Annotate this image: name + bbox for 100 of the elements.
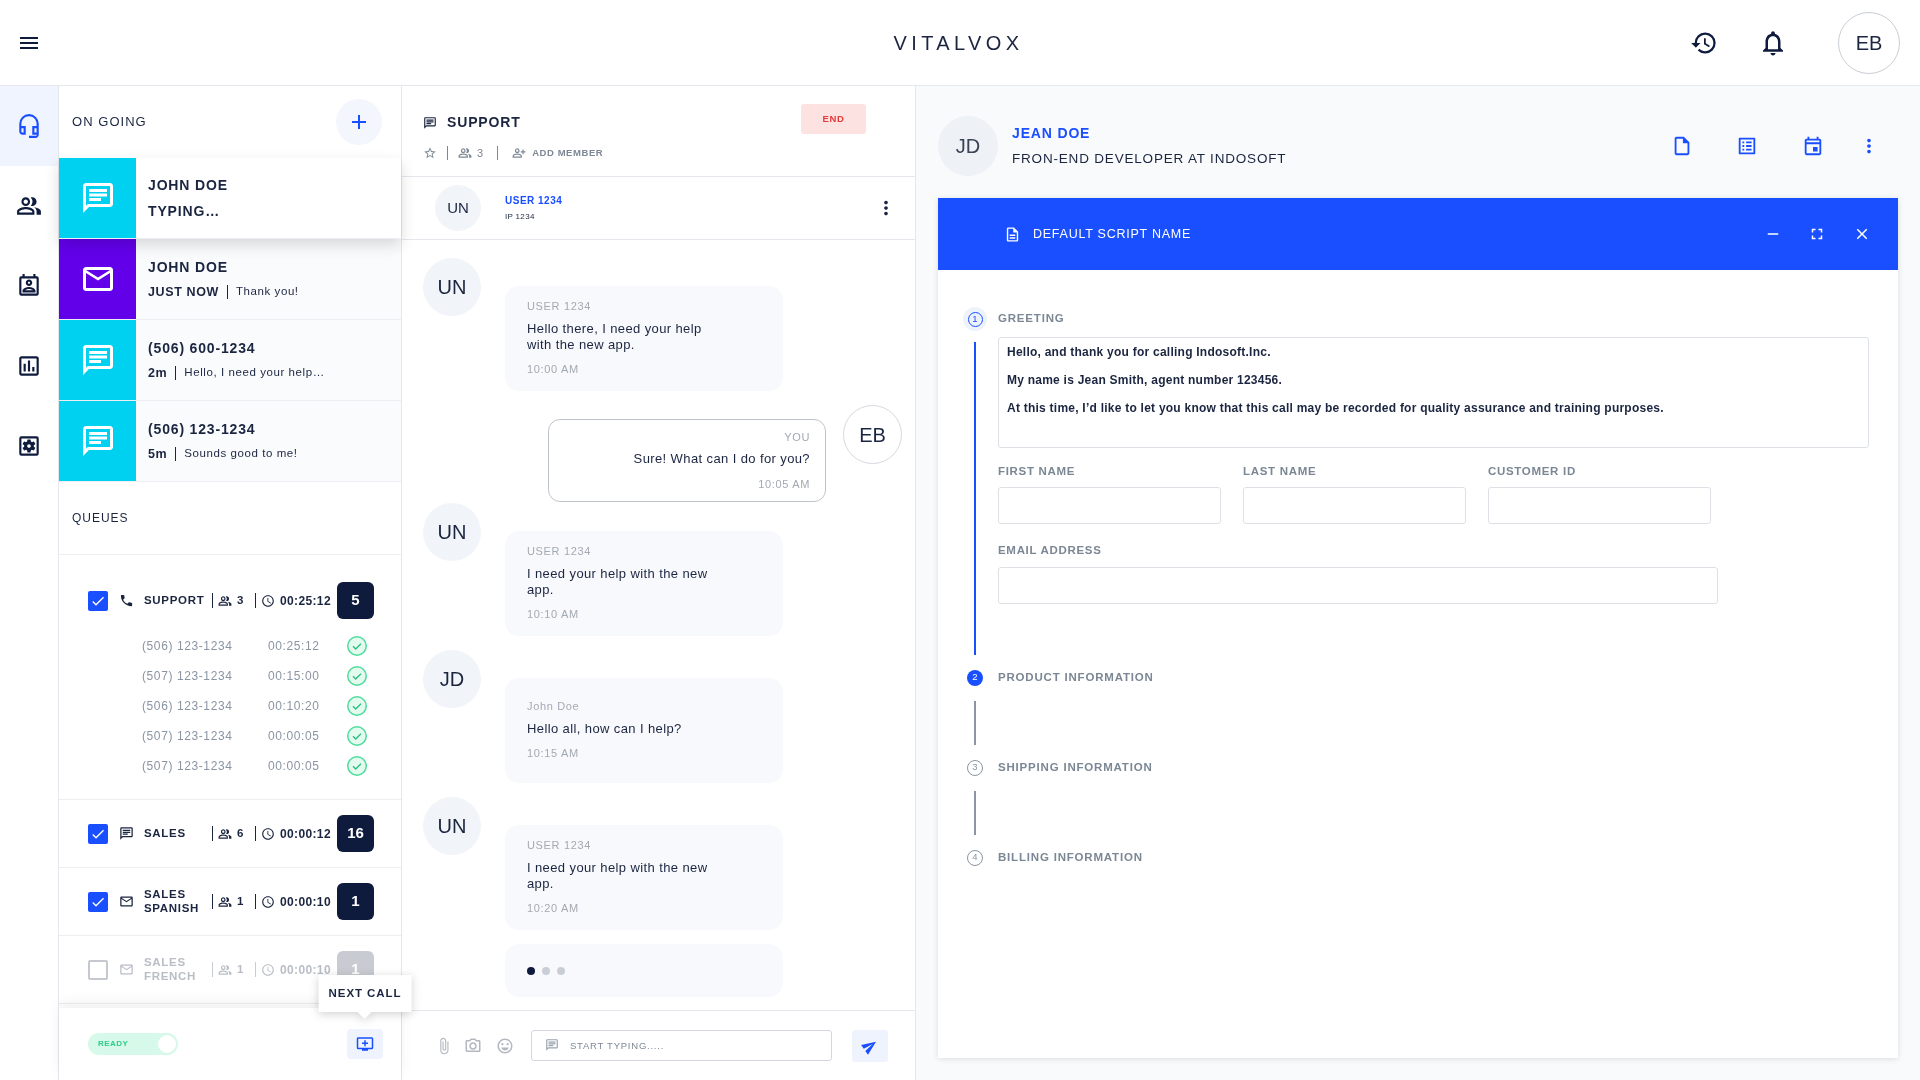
participant-name[interactable]: USER 1234 [505,193,563,208]
conversation-item[interactable]: JOHN DOE TYPING… [59,158,401,239]
message-text: Hello there, I need your help with the new app. [527,320,703,353]
text-field[interactable] [998,487,1221,525]
message-preview: Sounds good to me! [184,446,298,462]
avatar: JD [423,650,481,708]
contact-name: JEAN DOE [1012,123,1092,143]
queue-count: 5 [337,582,374,619]
chat-icon [119,826,134,841]
text-field[interactable] [1243,487,1466,525]
send-button[interactable] [852,1029,888,1062]
field-label: FIRST NAME [998,464,1077,479]
message-time: 10:00 AM [527,361,580,377]
avatar: UN [423,258,481,316]
bar-chart-icon [16,353,42,379]
field-label: EMAIL ADDRESS [998,543,1103,559]
message-time: 10:05 AM [758,476,810,492]
phone-number: (506) 123-1234 [142,698,234,715]
section-title: QUEUES [72,510,129,527]
message-time: 10:10 AM [527,606,580,622]
script-title: DEFAULT SCRIPT NAME [1033,225,1192,243]
calendar-icon[interactable] [1802,135,1824,157]
monitor-plus-icon [356,1035,374,1053]
check-circle-icon [347,756,367,776]
call-duration: 00:00:05 [268,728,320,745]
sender-name: USER 1234 [527,299,593,314]
conversation-item[interactable]: JOHN DOE JUST NOW Thank you! [59,239,401,320]
call-duration: 00:25:12 [268,638,320,655]
step-label: PRODUCT INFORMATION [998,669,1154,685]
message-input[interactable]: START TYPING..... [531,1030,832,1061]
text-field[interactable] [1488,487,1711,525]
clock-icon [261,826,275,841]
message-time: 5m [148,445,168,463]
contact-card-icon [16,273,42,299]
phone-number: (507) 123-1234 [142,728,234,745]
person-add-icon [512,146,527,161]
chat-icon [423,115,437,130]
member-count: 1 [237,893,245,909]
people-icon [218,894,232,909]
app-title: VITALVOX [893,30,1024,56]
contact-name: JOHN DOE [148,257,229,277]
phone-number: (507) 123-1234 [142,758,234,775]
star-icon[interactable] [423,146,437,161]
queue-name: SUPPORT [144,593,206,608]
conversation-item[interactable]: (506) 600-1234 2m Hello, I need your help… [59,320,401,401]
people-icon [218,962,232,977]
queue-name: SALES SPANISH [144,888,201,915]
script-line: My name is Jean Smith, agent number 123456. [1007,372,1284,389]
checkbox[interactable] [88,590,108,611]
script-line: At this time, I’d like to let you know that this call may be recorded for quality assurance and training purposes. [1007,400,1665,417]
message-preview: Thank you! [236,284,299,300]
contact-name: JOHN DOE [148,175,228,195]
sender-name: USER 1234 [527,544,593,559]
step-indicator: 2 [967,669,983,686]
message-text: Hello all, how can I help? [527,720,683,737]
mail-icon [119,962,134,977]
avatar: UN [423,797,481,855]
checkbox[interactable] [88,891,108,912]
phone-icon [119,593,134,608]
next-call-button[interactable] [347,1029,383,1059]
message-text: I need your help with the new app. [527,859,709,892]
check-circle-icon [347,726,367,746]
contact-title: FRON-END DEVELOPER AT INDOSOFT [1012,149,1287,168]
add-button[interactable] [336,99,382,145]
field-label: CUSTOMER ID [1488,464,1577,479]
checkbox[interactable] [88,959,108,980]
add-member-button[interactable]: ADD MEMBER [512,146,604,161]
phone-number: (506) 123-1234 [142,638,234,655]
avatar: UN [435,185,481,231]
member-count: 1 [237,961,245,977]
wait-time: 00:00:10 [280,893,331,911]
checkbox[interactable] [88,823,108,844]
chat-icon [545,1038,559,1052]
step-label: GREETING [998,311,1065,327]
check-circle-icon [347,696,367,716]
message-time: 2m [148,364,168,382]
message-time: JUST NOW [148,283,219,301]
conversation-item[interactable]: (506) 123-1234 5m Sounds good to me! [59,401,401,482]
member-count: 3 [237,592,245,608]
step-label: SHIPPING INFORMATION [998,759,1153,775]
settings-icon [16,433,42,459]
clock-icon [261,962,275,977]
member-count: 6 [237,825,245,841]
wait-time: 00:00:12 [280,825,331,843]
clock-icon [261,894,275,909]
step-label: BILLING INFORMATION [998,849,1143,865]
people-icon [458,146,472,161]
message-text: I need your help with the new app. [527,565,709,598]
document-icon [1004,225,1021,243]
field-label: LAST NAME [1243,464,1318,479]
text-field[interactable] [998,566,1718,604]
wait-time: 00:25:12 [280,592,331,610]
sender-name: John Doe [527,699,581,714]
phone-number: (507) 123-1234 [142,668,234,685]
people-icon [218,826,232,841]
queue-name: SALES [144,826,187,841]
list-icon[interactable] [1736,135,1758,157]
typing-status: TYPING… [148,201,221,221]
contact-name: (506) 600-1234 [148,338,257,358]
queue-name: SALES FRENCH [144,956,198,983]
